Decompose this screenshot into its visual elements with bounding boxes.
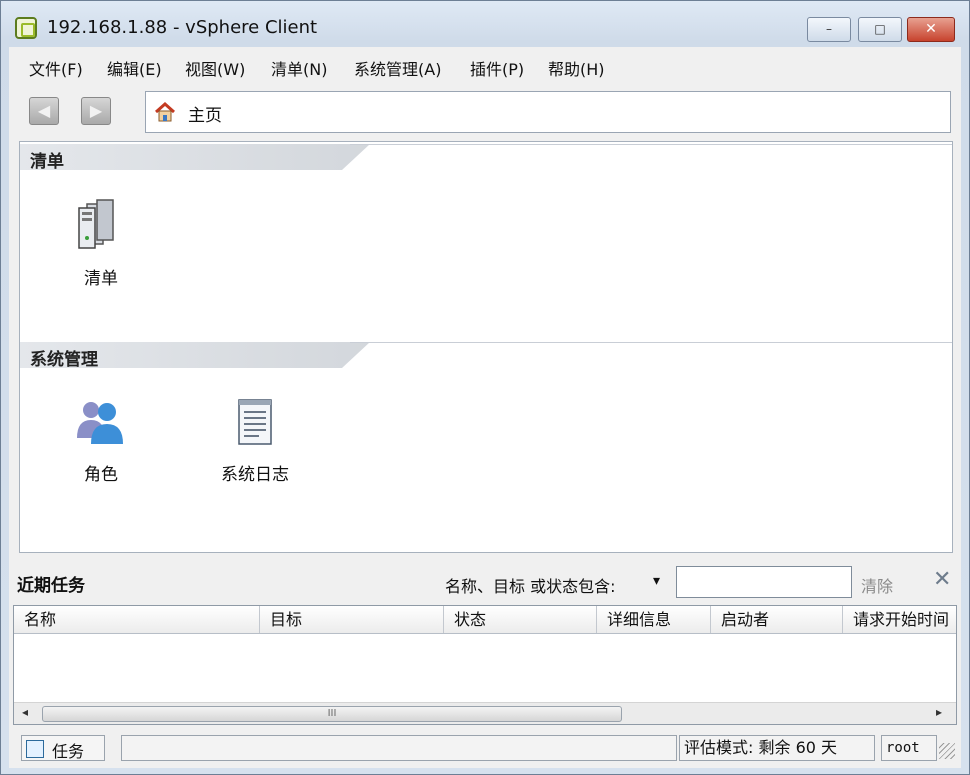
section-administration: 系统管理 角色 系统日志	[20, 340, 952, 552]
address-text: 主页	[188, 106, 222, 126]
client-area: 文件(F) 编辑(E) 视图(W) 清单(N) 系统管理(A) 插件(P) 帮助…	[9, 47, 961, 768]
filter-dropdown-icon[interactable]: ▾	[653, 573, 660, 589]
column-header-requested-start[interactable]: 请求开始时间	[843, 606, 956, 633]
clear-filter-button[interactable]: 清除	[861, 573, 893, 597]
close-tasks-icon[interactable]: ✕	[933, 567, 951, 592]
section-title: 清单	[30, 152, 64, 172]
tasks-button[interactable]: 任务	[21, 735, 105, 761]
menu-bar: 文件(F) 编辑(E) 视图(W) 清单(N) 系统管理(A) 插件(P) 帮助…	[9, 47, 961, 85]
user-status: root	[881, 735, 937, 761]
resize-grip-icon[interactable]	[939, 743, 955, 759]
column-header-target[interactable]: 目标	[260, 606, 444, 633]
vsphere-client-window: 192.168.1.88 - vSphere Client – □ ✕ 文件(F…	[0, 0, 970, 775]
table-header: 名称 目标 状态 详细信息 启动者 请求开始时间	[14, 606, 956, 634]
section-inventory: 清单 清单	[20, 142, 952, 338]
title-bar[interactable]: 192.168.1.88 - vSphere Client – □ ✕	[1, 1, 969, 47]
recent-tasks-title: 近期任务	[17, 576, 85, 596]
status-bar: 任务 评估模式: 剩余 60 天 root	[9, 729, 961, 763]
tasks-button-label: 任务	[52, 742, 85, 761]
scroll-left-icon[interactable]: ◂	[22, 705, 28, 719]
section-header: 系统管理	[20, 340, 952, 370]
forward-button[interactable]: ▶	[81, 97, 111, 125]
menu-administration[interactable]: 系统管理(A)	[354, 56, 441, 80]
menu-inventory[interactable]: 清单(N)	[271, 56, 327, 80]
window-title: 192.168.1.88 - vSphere Client	[47, 17, 318, 38]
log-icon	[227, 394, 283, 450]
column-header-status[interactable]: 状态	[444, 606, 597, 633]
tile-label: 系统日志	[221, 465, 289, 485]
section-header: 清单	[20, 142, 952, 172]
system-log-tile[interactable]: 系统日志	[200, 394, 310, 485]
home-icon	[155, 101, 175, 122]
column-header-details[interactable]: 详细信息	[597, 606, 711, 633]
column-header-name[interactable]: 名称	[14, 606, 260, 633]
scroll-right-icon[interactable]: ▸	[936, 705, 942, 719]
address-bar[interactable]: 主页	[145, 91, 951, 133]
roles-tile[interactable]: 角色	[46, 394, 156, 485]
menu-edit[interactable]: 编辑(E)	[107, 56, 162, 80]
vsphere-app-icon	[15, 17, 37, 39]
back-button[interactable]: ◀	[29, 97, 59, 125]
filter-label: 名称、目标 或状态包含:	[445, 577, 616, 596]
tasks-icon	[26, 740, 44, 758]
section-title: 系统管理	[30, 350, 98, 370]
recent-tasks-table: 名称 目标 状态 详细信息 启动者 请求开始时间 ◂ III ▸	[13, 605, 957, 725]
task-filter-input[interactable]	[676, 566, 852, 598]
tile-label: 角色	[84, 465, 118, 485]
menu-file[interactable]: 文件(F)	[29, 56, 83, 80]
menu-view[interactable]: 视图(W)	[185, 56, 245, 80]
servers-icon	[73, 198, 129, 254]
minimize-button[interactable]: –	[807, 17, 851, 42]
menu-help[interactable]: 帮助(H)	[548, 56, 605, 80]
maximize-button[interactable]: □	[858, 17, 902, 42]
column-header-initiator[interactable]: 启动者	[711, 606, 843, 633]
horizontal-scrollbar[interactable]: ◂ III ▸	[14, 702, 956, 724]
evaluation-status: 评估模式: 剩余 60 天	[679, 735, 875, 761]
scroll-thumb[interactable]: III	[42, 706, 622, 722]
recent-tasks-header: 近期任务 名称、目标 或状态包含: ▾ 清除 ✕	[9, 555, 961, 605]
status-message-field	[121, 735, 677, 761]
inventory-tile[interactable]: 清单	[46, 198, 156, 289]
home-panel: 清单 清单 系统管理 角色 系统日志	[19, 141, 953, 553]
roles-icon	[73, 394, 129, 450]
navigation-toolbar: ◀ ▶ 主页	[9, 85, 961, 139]
tile-label: 清单	[84, 269, 118, 289]
menu-plugins[interactable]: 插件(P)	[470, 56, 524, 80]
close-button[interactable]: ✕	[907, 17, 955, 42]
